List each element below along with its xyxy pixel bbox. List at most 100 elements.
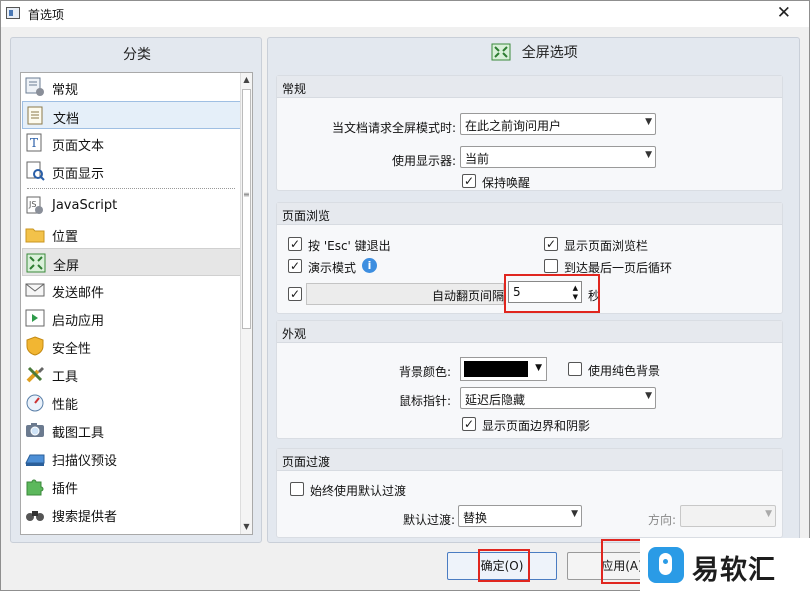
watermark: 易软汇 (640, 538, 810, 591)
category-list[interactable]: 常规 文档 T 页面文本 页面显示 JS JavaScript 位置 全屏 发送… (20, 72, 253, 535)
title-bar: 首选项 ✕ (1, 1, 809, 27)
tools-icon (24, 363, 46, 385)
sidebar-item-location[interactable]: 位置 (22, 220, 242, 248)
sidebar-item-search-providers[interactable]: 搜索提供者 (22, 500, 242, 528)
appearance-group-header: 外观 (277, 321, 782, 343)
sidebar-item-label: 启动应用 (52, 314, 105, 329)
chevron-down-icon: ▼ (535, 363, 542, 373)
chevron-down-icon: ▼ (645, 391, 652, 401)
direction-label: 方向: (648, 513, 677, 527)
sidebar-item-security[interactable]: 安全性 (22, 332, 242, 360)
sidebar-item-tools[interactable]: 工具 (22, 360, 242, 388)
shield-icon (24, 335, 46, 357)
sidebar-item-label: 性能 (52, 398, 79, 413)
options-header: 全屏选项 (268, 42, 801, 64)
sidebar-item-page-text[interactable]: T 页面文本 (22, 129, 242, 157)
category-separator (27, 188, 235, 189)
appearance-group: 外观 背景颜色: ▼ 使用纯色背景 鼠标指针: 延迟后隐藏 ▼ ✓ 显示页面边界和… (276, 320, 783, 439)
show-browse-bar-checkbox[interactable]: ✓ (544, 237, 558, 251)
sidebar-item-label: 扫描仪预设 (52, 454, 118, 469)
solid-bg-checkbox[interactable] (568, 362, 582, 376)
fullscreen-icon (491, 43, 511, 61)
info-icon[interactable]: i (362, 258, 377, 273)
demo-mode-checkbox[interactable]: ✓ (288, 259, 302, 273)
always-default-transition-label: 始终使用默认过渡 (310, 484, 407, 498)
sidebar-item-general[interactable]: 常规 (22, 73, 242, 101)
demo-mode-label: 演示模式 (308, 261, 357, 275)
scroll-grip-icon: ≡ (243, 190, 250, 199)
sidebar-item-plugins[interactable]: 插件 (22, 472, 242, 500)
fullscreen-icon (25, 252, 47, 274)
scanner-icon (24, 447, 46, 469)
sidebar-item-label: 位置 (52, 230, 79, 245)
sidebar-item-label: 工具 (52, 370, 79, 385)
show-browse-bar-label: 显示页面浏览栏 (564, 239, 649, 253)
sidebar-item-send-mail[interactable]: 发送邮件 (22, 276, 242, 304)
loop-last-page-checkbox[interactable] (544, 259, 558, 273)
chevron-down-icon: ▼ (571, 509, 578, 519)
chevron-down-icon: ▼ (765, 509, 772, 519)
keep-awake-checkbox[interactable]: ✓ (462, 174, 476, 188)
fullscreen-request-label: 当文档请求全屏模式时: (332, 121, 457, 135)
sidebar-item-snapshot-tool[interactable]: 截图工具 (22, 416, 242, 444)
chevron-down-icon: ▼ (645, 117, 652, 127)
general-group-header: 常规 (277, 76, 782, 98)
mail-icon (24, 279, 46, 301)
scroll-down-icon[interactable]: ▼ (241, 520, 252, 534)
sidebar-item-label: 页面文本 (52, 139, 105, 154)
window-title: 首选项 (28, 8, 65, 22)
sidebar-item-javascript[interactable]: JS JavaScript (22, 192, 242, 220)
transition-group-header: 页面过渡 (277, 449, 782, 471)
ok-highlight-box (478, 549, 530, 582)
watermark-logo-icon (648, 547, 684, 583)
keep-awake-label: 保持唤醒 (482, 176, 531, 190)
sidebar-item-label: 安全性 (52, 342, 92, 357)
mouse-pointer-select[interactable]: 延迟后隐藏 ▼ (460, 387, 656, 409)
default-transition-select[interactable]: 替换 ▼ (458, 505, 582, 527)
sidebar-item-label: 搜索提供者 (52, 510, 118, 525)
preferences-window: 首选项 ✕ 分类 常规 文档 T 页面文本 页面显示 JS JavaScript… (0, 0, 810, 591)
auto-flip-checkbox[interactable]: ✓ (288, 287, 302, 301)
page-text-icon: T (24, 132, 46, 154)
esc-exit-checkbox[interactable]: ✓ (288, 237, 302, 251)
close-icon[interactable]: ✕ (777, 3, 791, 23)
sidebar-item-label: 发送邮件 (52, 286, 105, 301)
scroll-thumb[interactable] (242, 89, 251, 329)
svg-text:JS: JS (28, 200, 36, 209)
svg-text:T: T (30, 136, 38, 150)
category-panel: 分类 常规 文档 T 页面文本 页面显示 JS JavaScript 位置 全屏… (10, 37, 262, 543)
direction-select[interactable]: ▼ (680, 505, 776, 527)
monitor-label: 使用显示器: (392, 154, 457, 168)
fullscreen-request-select[interactable]: 在此之前询问用户 ▼ (460, 113, 656, 135)
category-header: 分类 (123, 47, 151, 63)
scroll-up-icon[interactable]: ▲ (241, 73, 252, 87)
bg-color-picker[interactable]: ▼ (460, 357, 547, 381)
monitor-select[interactable]: 当前 ▼ (460, 146, 656, 168)
binoculars-icon (24, 503, 46, 525)
sidebar-item-fullscreen[interactable]: 全屏 (22, 248, 242, 276)
folder-icon (24, 223, 46, 245)
sidebar-item-label: 页面显示 (52, 167, 105, 182)
javascript-icon: JS (24, 195, 46, 217)
sidebar-item-page-display[interactable]: 页面显示 (22, 157, 242, 185)
border-shadow-label: 显示页面边界和阴影 (482, 419, 591, 433)
default-transition-label: 默认过渡: (403, 513, 456, 527)
auto-flip-label: 自动翻页间隔 (432, 289, 505, 303)
interval-highlight-box (504, 274, 600, 313)
always-default-transition-checkbox[interactable] (290, 482, 304, 496)
sidebar-item-label: JavaScript (52, 198, 118, 213)
page-browse-group-header: 页面浏览 (277, 203, 782, 225)
page-title: 全屏选项 (521, 45, 578, 61)
sidebar-item-scanner-presets[interactable]: 扫描仪预设 (22, 444, 242, 472)
sidebar-item-label: 截图工具 (52, 426, 105, 441)
sidebar-item-document[interactable]: 文档 (22, 101, 242, 129)
sidebar-item-launch-app[interactable]: 启动应用 (22, 304, 242, 332)
category-scrollbar[interactable]: ▲ ≡ ▼ (240, 73, 252, 534)
solid-bg-label: 使用纯色背景 (588, 364, 661, 378)
watermark-text: 易软汇 (692, 555, 776, 586)
border-shadow-checkbox[interactable]: ✓ (462, 417, 476, 431)
transition-group: 页面过渡 始终使用默认过渡 默认过渡: 替换 ▼ 方向: ▼ (276, 448, 783, 538)
performance-icon (24, 391, 46, 413)
general-settings-icon (24, 76, 46, 98)
sidebar-item-performance[interactable]: 性能 (22, 388, 242, 416)
